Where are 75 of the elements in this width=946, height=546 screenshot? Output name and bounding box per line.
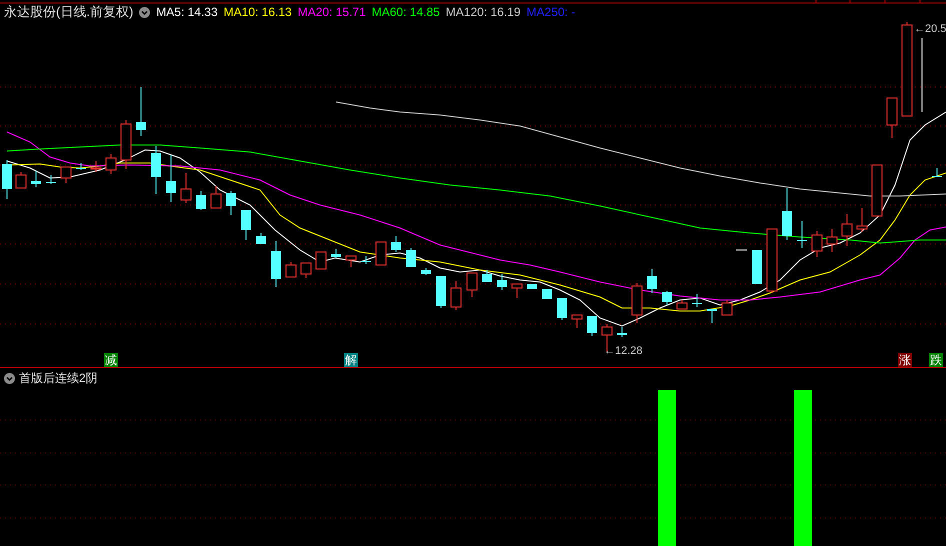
candlestick xyxy=(450,280,462,310)
signal-marker: 减 xyxy=(104,353,118,367)
candlestick xyxy=(766,228,778,294)
candlestick xyxy=(782,188,792,240)
candlestick xyxy=(557,298,567,320)
candlestick xyxy=(436,276,446,308)
moving-average-value: MA250: - xyxy=(526,4,576,21)
candlestick xyxy=(120,120,132,170)
candlestick xyxy=(572,314,582,328)
candlestick xyxy=(722,300,732,316)
candlestick xyxy=(812,230,822,258)
candlestick xyxy=(361,256,371,264)
candlestick xyxy=(391,236,401,252)
candlestick xyxy=(932,168,942,178)
candlestick xyxy=(527,284,537,290)
candlestick xyxy=(16,172,26,188)
candlestick xyxy=(331,248,341,258)
candlestick xyxy=(346,256,356,268)
candlestick xyxy=(886,98,898,138)
candlestick xyxy=(180,172,192,204)
candlestick xyxy=(90,160,102,172)
candlestick xyxy=(166,154,176,202)
price-label: ←20.5 xyxy=(914,22,946,36)
candlestick xyxy=(797,220,807,248)
candlestick xyxy=(2,160,12,200)
signal-marker: 解 xyxy=(344,353,358,367)
candlestick xyxy=(466,272,478,298)
stock-title: 永达股份(日线.前复权) xyxy=(4,3,134,22)
moving-average-value: MA10: 16.13 xyxy=(224,4,292,21)
chevron-down-icon[interactable] xyxy=(4,372,15,384)
candlestick xyxy=(376,242,386,266)
moving-average-value: MA5: 14.33 xyxy=(156,4,218,21)
candlestick xyxy=(482,270,492,282)
candlestick xyxy=(676,300,688,310)
candlestick xyxy=(271,240,281,288)
indicator-title: 首版后连续2阴 xyxy=(19,370,98,387)
candlestick xyxy=(497,274,507,290)
candlestick xyxy=(587,316,597,336)
candlestick xyxy=(692,294,702,308)
candlestick xyxy=(76,162,86,170)
candlestick xyxy=(210,186,222,208)
candlestick xyxy=(752,250,762,284)
moving-average-value: MA120: 16.19 xyxy=(446,4,521,21)
candlestick xyxy=(512,284,522,298)
candlestick xyxy=(707,308,717,324)
candlestick xyxy=(632,282,642,324)
candlestick xyxy=(662,290,672,306)
candlestick xyxy=(196,190,206,210)
candlestick xyxy=(60,166,72,184)
candlestick xyxy=(542,288,552,300)
candlestick xyxy=(46,174,56,184)
signal-marker: 跌 xyxy=(929,353,943,367)
candlestick xyxy=(226,190,236,216)
candlestick xyxy=(151,146,161,194)
candlestick xyxy=(286,262,296,278)
candlestick xyxy=(842,214,852,246)
candlestick xyxy=(31,170,41,188)
candlestick xyxy=(856,208,868,232)
candlestick xyxy=(256,232,266,244)
candlestick xyxy=(106,154,116,174)
price-label: ←12.28 xyxy=(604,344,643,358)
candlestick xyxy=(826,228,838,252)
moving-average-value: MA20: 15.71 xyxy=(298,4,366,21)
signal-marker: 涨 xyxy=(898,353,912,367)
candlestick xyxy=(421,268,431,276)
candlestick xyxy=(136,86,146,136)
candlestick xyxy=(316,252,326,270)
candlestick xyxy=(617,326,627,338)
candlestick xyxy=(300,262,312,278)
candlestick xyxy=(406,248,416,268)
chevron-down-icon[interactable] xyxy=(139,6,150,18)
candlestick xyxy=(872,164,882,216)
moving-average-value: MA60: 14.85 xyxy=(372,4,440,21)
candlestick xyxy=(647,268,657,294)
candlestick xyxy=(241,210,251,240)
